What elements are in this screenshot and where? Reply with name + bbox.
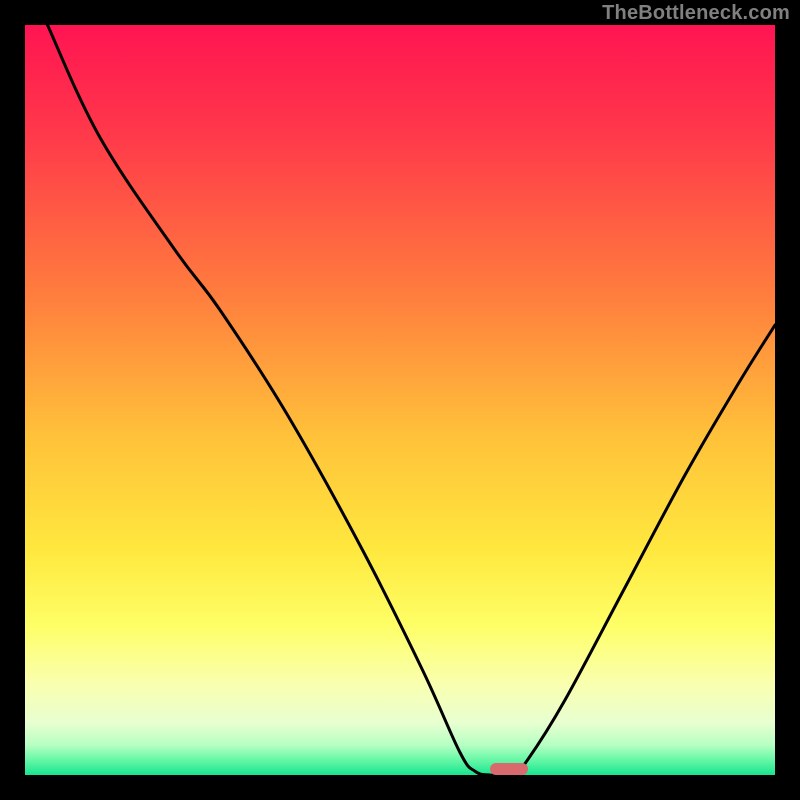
- plot-area: [25, 25, 775, 775]
- watermark-text: TheBottleneck.com: [602, 2, 790, 25]
- optimal-marker: [490, 763, 528, 775]
- chart-frame: TheBottleneck.com: [0, 0, 800, 800]
- bottleneck-curve: [25, 25, 775, 775]
